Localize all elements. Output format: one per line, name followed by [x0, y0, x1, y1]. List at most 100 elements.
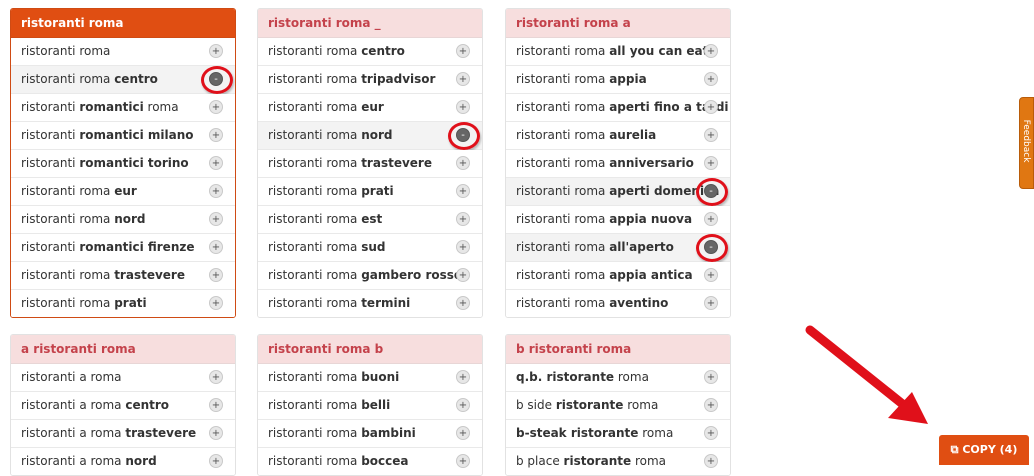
add-keyword-icon[interactable]: +	[209, 240, 223, 254]
add-keyword-icon[interactable]: +	[209, 212, 223, 226]
keyword-row[interactable]: ristoranti roma all you can eat +	[506, 38, 730, 66]
keyword-row[interactable]: ristoranti a roma +	[11, 364, 235, 392]
keyword-row[interactable]: ristoranti romantici firenze +	[11, 234, 235, 262]
keyword-row[interactable]: ristoranti romantici roma +	[11, 94, 235, 122]
keyword-row[interactable]: ristoranti roma buoni +	[258, 364, 482, 392]
feedback-tab[interactable]: Feedback	[1019, 97, 1034, 189]
keyword-row[interactable]: ristoranti roma trastevere +	[258, 150, 482, 178]
keyword-row[interactable]: ristoranti roma nord +	[11, 206, 235, 234]
keyword-row[interactable]: ristoranti a roma centro +	[11, 392, 235, 420]
add-keyword-icon[interactable]: +	[456, 454, 470, 468]
keyword-row[interactable]: ristoranti roma tripadvisor +	[258, 66, 482, 94]
keyword-text-pre: ristoranti roma	[268, 426, 362, 440]
copy-button[interactable]: ⧉ COPY (4)	[939, 435, 1029, 465]
keyword-text-pre: ristoranti roma	[268, 100, 362, 114]
add-keyword-icon[interactable]: +	[209, 398, 223, 412]
add-keyword-icon[interactable]: +	[456, 296, 470, 310]
keyword-row[interactable]: ristoranti roma appia +	[506, 66, 730, 94]
keyword-text-pre: ristoranti roma	[516, 296, 610, 310]
keyword-row[interactable]: ristoranti roma est +	[258, 206, 482, 234]
keyword-row[interactable]: ristoranti roma centro +	[258, 38, 482, 66]
keyword-row[interactable]: ristoranti roma prati +	[258, 178, 482, 206]
keyword-row[interactable]: ristoranti a roma nord +	[11, 448, 235, 475]
add-keyword-icon[interactable]: +	[209, 296, 223, 310]
keyword-row[interactable]: ristoranti a roma trastevere +	[11, 420, 235, 448]
keyword-row[interactable]: ristoranti roma prati +	[11, 290, 235, 317]
add-keyword-icon[interactable]: +	[704, 268, 718, 282]
keyword-text-bold: est	[361, 212, 383, 226]
add-keyword-icon[interactable]: +	[209, 454, 223, 468]
add-keyword-icon[interactable]: +	[209, 100, 223, 114]
keyword-row[interactable]: ristoranti roma +	[11, 38, 235, 66]
add-keyword-icon[interactable]: +	[209, 370, 223, 384]
keyword-row[interactable]: ristoranti roma boccea +	[258, 448, 482, 475]
add-keyword-icon[interactable]: +	[704, 398, 718, 412]
keyword-row[interactable]: ristoranti roma bambini +	[258, 420, 482, 448]
add-keyword-icon[interactable]: +	[209, 156, 223, 170]
keyword-text-bold: all'aperto	[609, 240, 674, 254]
add-keyword-icon[interactable]: +	[704, 212, 718, 226]
keyword-row[interactable]: ristoranti romantici milano +	[11, 122, 235, 150]
keyword-row[interactable]: ristoranti roma aurelia +	[506, 122, 730, 150]
keyword-row[interactable]: b-steak ristorante roma +	[506, 420, 730, 448]
add-keyword-icon[interactable]: +	[456, 398, 470, 412]
add-keyword-icon[interactable]: +	[456, 156, 470, 170]
add-keyword-icon[interactable]: +	[704, 454, 718, 468]
card-title: ristoranti roma _	[258, 9, 482, 38]
keyword-row[interactable]: ristoranti roma nord -	[258, 122, 482, 150]
keyword-row[interactable]: ristoranti roma anniversario +	[506, 150, 730, 178]
keyword-text-bold: nord	[361, 128, 393, 142]
add-keyword-icon[interactable]: +	[456, 268, 470, 282]
add-keyword-icon[interactable]: +	[209, 268, 223, 282]
keyword-row[interactable]: ristoranti roma aventino +	[506, 290, 730, 317]
add-keyword-icon[interactable]: +	[456, 44, 470, 58]
add-keyword-icon[interactable]: +	[209, 128, 223, 142]
keyword-text-pre: b side	[516, 398, 556, 412]
keyword-row[interactable]: ristoranti roma centro -	[11, 66, 235, 94]
add-keyword-icon[interactable]: +	[456, 370, 470, 384]
keyword-row[interactable]: ristoranti roma eur +	[11, 178, 235, 206]
keyword-row[interactable]: ristoranti roma all'aperto -	[506, 234, 730, 262]
keyword-text-bold: centro	[114, 72, 158, 86]
add-keyword-icon[interactable]: +	[704, 72, 718, 86]
add-keyword-icon[interactable]: +	[704, 426, 718, 440]
add-keyword-icon[interactable]: +	[209, 426, 223, 440]
keyword-row[interactable]: ristoranti roma appia antica +	[506, 262, 730, 290]
keyword-row[interactable]: ristoranti roma gambero rosso +	[258, 262, 482, 290]
add-keyword-icon[interactable]: +	[704, 296, 718, 310]
keyword-row[interactable]: b place ristorante roma +	[506, 448, 730, 475]
keyword-text-bold: q.b. ristorante	[516, 370, 615, 384]
keyword-row[interactable]: ristoranti roma aperti domenica -	[506, 178, 730, 206]
keyword-row[interactable]: q.b. ristorante roma +	[506, 364, 730, 392]
annotation-circle-icon	[696, 234, 728, 262]
keyword-row[interactable]: ristoranti romantici torino +	[11, 150, 235, 178]
keyword-card-1: ristoranti roma ristoranti roma + ristorant…	[10, 8, 236, 318]
keyword-text-bold: bambini	[361, 426, 416, 440]
add-keyword-icon[interactable]: +	[704, 100, 718, 114]
keyword-row[interactable]: ristoranti roma appia nuova +	[506, 206, 730, 234]
add-keyword-icon[interactable]: +	[456, 212, 470, 226]
add-keyword-icon[interactable]: +	[704, 44, 718, 58]
keyword-text-pre: ristoranti roma	[21, 184, 115, 198]
add-keyword-icon[interactable]: +	[209, 44, 223, 58]
keyword-row[interactable]: ristoranti roma termini +	[258, 290, 482, 317]
add-keyword-icon[interactable]: +	[209, 184, 223, 198]
keyword-row[interactable]: ristoranti roma trastevere +	[11, 262, 235, 290]
keyword-row[interactable]: b side ristorante roma +	[506, 392, 730, 420]
keyword-text-pre: ristoranti roma	[516, 156, 610, 170]
keyword-text-pre: ristoranti roma	[21, 72, 115, 86]
keyword-text-bold: appia nuova	[609, 212, 693, 226]
keyword-text-pre: ristoranti roma	[268, 212, 362, 226]
keyword-row[interactable]: ristoranti roma belli +	[258, 392, 482, 420]
add-keyword-icon[interactable]: +	[456, 240, 470, 254]
add-keyword-icon[interactable]: +	[704, 156, 718, 170]
keyword-row[interactable]: ristoranti roma sud +	[258, 234, 482, 262]
keyword-row[interactable]: ristoranti roma aperti fino a tardi +	[506, 94, 730, 122]
add-keyword-icon[interactable]: +	[456, 184, 470, 198]
add-keyword-icon[interactable]: +	[704, 370, 718, 384]
add-keyword-icon[interactable]: +	[704, 128, 718, 142]
add-keyword-icon[interactable]: +	[456, 72, 470, 86]
add-keyword-icon[interactable]: +	[456, 100, 470, 114]
keyword-row[interactable]: ristoranti roma eur +	[258, 94, 482, 122]
add-keyword-icon[interactable]: +	[456, 426, 470, 440]
